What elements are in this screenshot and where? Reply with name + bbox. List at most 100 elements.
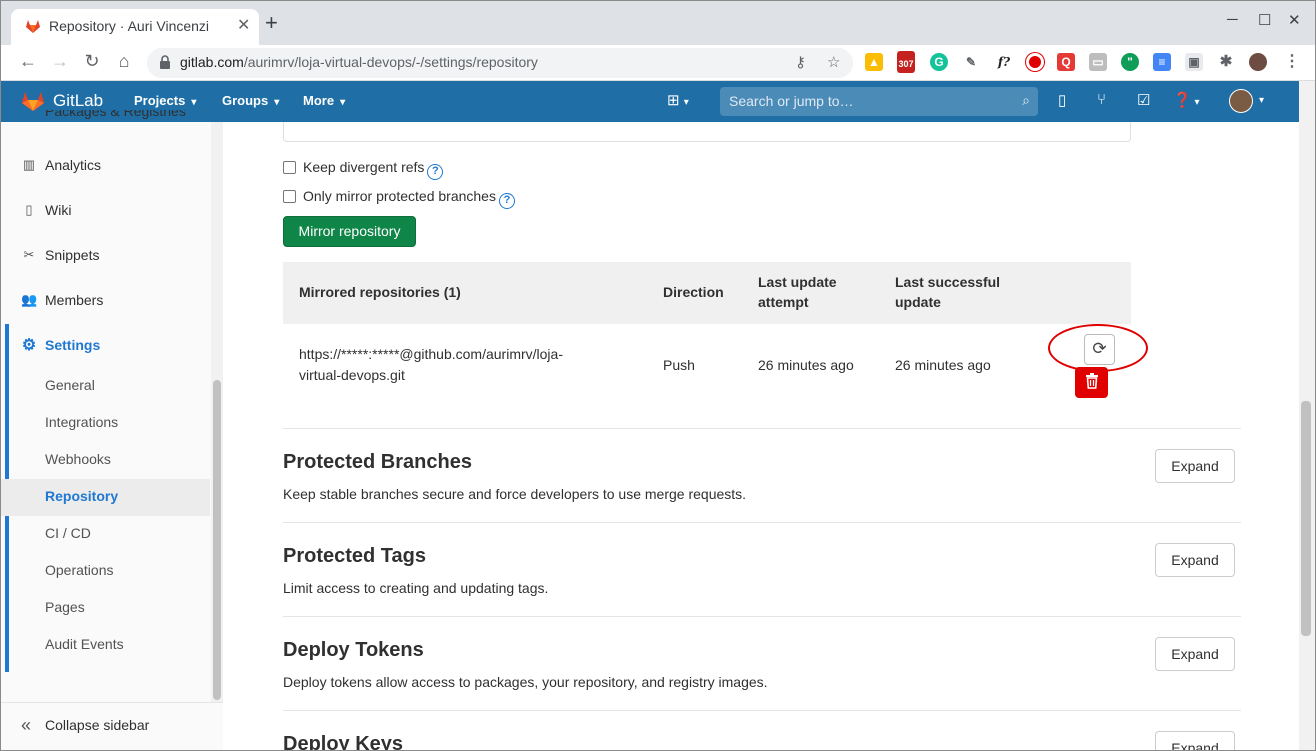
sidebar-sub-general[interactable]: General — [1, 368, 210, 405]
tab-strip: Repository · Auri Vincenzi ✕ + ─ ☐ ✕ — [1, 1, 1315, 45]
sidebar-sub-webhooks[interactable]: Webhooks — [1, 442, 210, 479]
expand-button[interactable]: Expand — [1155, 449, 1235, 483]
sidebar-sub-integrations[interactable]: Integrations — [1, 405, 210, 442]
search-input[interactable]: Search or jump to… ⌕ — [720, 87, 1038, 116]
new-tab-button[interactable]: + — [265, 12, 278, 34]
lock-icon — [160, 55, 170, 69]
search-placeholder: Search or jump to… — [729, 93, 854, 109]
home-icon[interactable]: ⌂ — [113, 51, 135, 72]
mirror-url-line: virtual-devops.git — [299, 367, 405, 383]
gitlab-favicon-icon — [26, 20, 40, 33]
issues-icon[interactable]: ▯ — [1058, 91, 1066, 109]
mirror-repository-button[interactable]: Mirror repository — [283, 216, 416, 247]
window-close-icon[interactable]: ✕ — [1288, 11, 1301, 29]
groups-menu[interactable]: Groups ▾ — [222, 93, 279, 108]
only-protected-branches-option[interactable]: Only mirror protected branches? — [283, 188, 515, 209]
mirror-last-success: 26 minutes ago — [895, 357, 991, 373]
scissors-icon: ✂ — [23, 247, 35, 262]
chrome-menu-icon[interactable]: ⋮ — [1283, 53, 1301, 71]
sidebar-item-settings[interactable]: ⚙ Settings — [1, 326, 210, 366]
collapse-sidebar-button[interactable]: « Collapse sidebar — [1, 702, 223, 750]
minimize-icon[interactable]: ─ — [1227, 11, 1238, 28]
chevron-down-icon: ▾ — [340, 97, 346, 108]
sidebar-item-packages[interactable]: Packages & Registries — [1, 110, 210, 134]
chevron-down-icon[interactable]: ▾ — [1259, 95, 1264, 106]
drive-extension-icon[interactable]: ▲ — [865, 53, 883, 71]
sidebar-item-label: Wiki — [45, 202, 72, 218]
sidebar-sub-audit-events[interactable]: Audit Events — [1, 627, 210, 664]
hangouts-extension-icon[interactable]: " — [1121, 53, 1139, 71]
help-icon[interactable]: ? — [498, 193, 515, 209]
sidebar-item-wiki[interactable]: ▯ Wiki — [1, 191, 210, 231]
sidebar-sub-operations[interactable]: Operations — [1, 553, 210, 590]
record-extension-icon[interactable] — [1026, 53, 1044, 71]
expand-button[interactable]: Expand — [1155, 543, 1235, 577]
plus-square-icon[interactable]: ⊞ ▾ — [667, 91, 689, 109]
mirror-auth-field[interactable] — [283, 122, 1131, 142]
header-line: Last successful — [895, 274, 1001, 290]
color-picker-extension-icon[interactable]: ✎ — [962, 53, 980, 71]
gitlab-brand[interactable]: GitLab — [53, 91, 103, 111]
mirror-url-line: https://*****:*****@github.com/aurimrv/l… — [299, 346, 563, 362]
sidebar-item-members[interactable]: 👥 Members — [1, 281, 210, 321]
sidebar-item-label: Snippets — [45, 247, 100, 263]
only-protected-branches-label: Only mirror protected branches — [303, 188, 496, 204]
gmail-extension-icon[interactable]: 307 — [897, 51, 915, 73]
protected-tags-section: Protected Tags Limit access to creating … — [283, 522, 1241, 616]
sidebar-item-label: Settings — [45, 337, 101, 353]
section-title: Protected Tags — [283, 545, 426, 567]
todo-icon[interactable]: ☑ — [1137, 91, 1150, 109]
page-scrollbar-thumb[interactable] — [1301, 401, 1311, 636]
star-icon[interactable]: ☆ — [827, 53, 840, 71]
remove-mirror-button[interactable] — [1075, 367, 1108, 398]
close-tab-icon[interactable]: ✕ — [237, 15, 250, 35]
expand-button[interactable]: Expand — [1155, 637, 1235, 671]
grey-extension-icon[interactable]: ▭ — [1089, 53, 1107, 71]
sidebar-sub-label: General — [45, 377, 95, 393]
key-icon[interactable]: ⚷ — [795, 53, 806, 71]
merge-request-icon[interactable]: ⑂ — [1097, 91, 1106, 108]
sidebar-sub-label: Operations — [45, 562, 114, 578]
maximize-icon[interactable]: ☐ — [1258, 11, 1271, 29]
image-extension-icon[interactable]: ▣ — [1185, 53, 1203, 71]
grammarly-extension-icon[interactable]: G — [930, 53, 948, 71]
keep-divergent-refs-checkbox[interactable] — [283, 161, 296, 174]
sidebar-sub-label: CI / CD — [45, 525, 91, 541]
sidebar-sub-label: Audit Events — [45, 636, 124, 652]
help-icon[interactable]: ? — [427, 164, 444, 180]
sidebar-item-analytics[interactable]: ▥ Analytics — [1, 146, 210, 186]
only-protected-branches-checkbox[interactable] — [283, 190, 296, 203]
help-icon[interactable]: ❓ ▾ — [1173, 91, 1200, 109]
keep-divergent-refs-option[interactable]: Keep divergent refs? — [283, 159, 444, 180]
deploy-tokens-section: Deploy Tokens Deploy tokens allow access… — [283, 616, 1241, 710]
user-avatar[interactable] — [1229, 89, 1253, 113]
gitlab-logo-icon[interactable] — [21, 90, 45, 112]
sidebar-item-snippets[interactable]: ✂ Snippets — [1, 236, 210, 276]
sidebar-sub-label: Webhooks — [45, 451, 111, 467]
docs-extension-icon[interactable]: ≡ — [1153, 53, 1171, 71]
sidebar-item-label: Members — [45, 292, 104, 308]
url-text: gitlab.com/aurimrv/loja-virtual-devops/-… — [180, 54, 538, 70]
reload-icon[interactable]: ↻ — [81, 51, 103, 72]
address-bar[interactable]: gitlab.com/aurimrv/loja-virtual-devops/-… — [147, 48, 853, 78]
forward-icon[interactable]: → — [49, 51, 71, 72]
back-icon[interactable]: ← — [17, 51, 39, 72]
sidebar-sub-repository[interactable]: Repository — [1, 479, 210, 516]
header-line: Last update — [758, 274, 837, 290]
sidebar-sub-ci-cd[interactable]: CI / CD — [1, 516, 210, 553]
sidebar-scrollbar-thumb[interactable] — [213, 380, 221, 700]
browser-tab[interactable]: Repository · Auri Vincenzi ✕ — [11, 9, 259, 45]
mirror-last-attempt: 26 minutes ago — [758, 357, 854, 373]
more-menu[interactable]: More ▾ — [303, 93, 345, 108]
section-description: Limit access to creating and updating ta… — [283, 580, 549, 596]
expand-button[interactable]: Expand — [1155, 731, 1235, 750]
profile-avatar-icon[interactable] — [1249, 53, 1267, 71]
sidebar-sub-pages[interactable]: Pages — [1, 590, 210, 627]
protected-branches-section: Protected Branches Keep stable branches … — [283, 428, 1241, 522]
book-icon: ▯ — [25, 202, 33, 217]
chevron-down-icon: ▾ — [191, 97, 197, 108]
function-extension-icon[interactable]: f? — [993, 53, 1015, 71]
projects-menu[interactable]: Projects ▾ — [134, 93, 196, 108]
puzzle-extension-icon[interactable]: ✱ — [1217, 53, 1235, 71]
red-extension-icon[interactable]: Q — [1057, 53, 1075, 71]
